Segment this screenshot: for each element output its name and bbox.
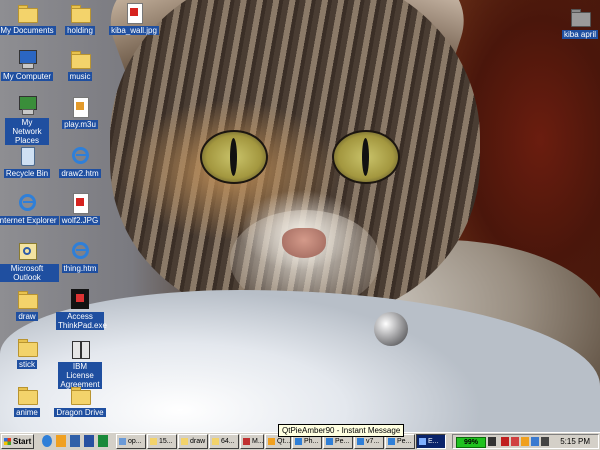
window-icon [243, 438, 250, 445]
icon-label: music [67, 72, 93, 81]
icon-label: play.m3u [62, 120, 98, 129]
desktop-icon-play-m3u[interactable]: play.m3u [48, 96, 112, 129]
icon-label: stick [17, 360, 37, 369]
tray-app-icon[interactable] [501, 437, 509, 446]
wallpaper-cat-eye-right [332, 130, 400, 184]
icon-label: anime [14, 408, 40, 417]
taskbar-button-e[interactable]: E... [416, 434, 446, 449]
quick-launch-word-icon[interactable] [84, 435, 94, 447]
outlook-icon [16, 240, 38, 262]
desktop-icon-draw2-htm[interactable]: draw2.htm [48, 145, 112, 178]
icon-label: Access ThinkPad.exe [56, 312, 107, 330]
taskbar-button-label: Pe... [335, 438, 350, 445]
html-file-icon [69, 240, 91, 262]
browser-icon [388, 438, 395, 445]
quick-launch-desktop-icon[interactable] [98, 435, 108, 447]
folder-icon [181, 438, 188, 445]
icon-label: kiba_wall.jpg [109, 26, 159, 35]
folder-icon [16, 288, 38, 310]
computer-icon [16, 48, 38, 70]
desktop-icon-access-thinkpad[interactable]: Access ThinkPad.exe [48, 288, 112, 330]
browser-icon [357, 438, 364, 445]
desktop-icon-ibm-license[interactable]: IBM License Agreement [48, 338, 112, 389]
wallpaper-cat-nose [282, 228, 326, 258]
taskbar-button-label: Qt... [277, 438, 291, 445]
system-clock[interactable]: 5:15 PM [560, 436, 590, 447]
taskbar-button-label: 64... [221, 438, 235, 445]
window-icon [419, 438, 426, 445]
network-icon [16, 94, 38, 116]
folder-icon [16, 384, 38, 406]
window-icon [119, 438, 126, 445]
taskbar-button-draw[interactable]: draw [178, 434, 208, 449]
tray-app-icon[interactable] [511, 437, 519, 446]
taskbar-button-15[interactable]: 15... [147, 434, 177, 449]
taskbar-button-label: 15... [159, 438, 173, 445]
icon-label: kiba april [561, 30, 598, 39]
taskbar-button-m[interactable]: M... [240, 434, 264, 449]
internet-explorer-icon [16, 192, 38, 214]
folder-icon [69, 384, 91, 406]
folder-icon [569, 6, 591, 28]
network-tray-icon[interactable] [531, 437, 539, 446]
taskbar-button-label: M... [252, 438, 264, 445]
desktop-icon-music[interactable]: music [48, 48, 112, 81]
power-plug-icon[interactable] [488, 437, 496, 446]
desktop-icon-kiba-wall[interactable]: kiba_wall.jpg [102, 2, 166, 35]
image-file-icon [123, 2, 145, 24]
taskbar-button-64[interactable]: 64... [209, 434, 239, 449]
messenger-icon [268, 438, 275, 445]
thinkpad-app-icon [69, 288, 91, 310]
taskbar-button-op[interactable]: op... [116, 434, 146, 449]
aim-tray-icon[interactable] [521, 437, 529, 446]
start-button[interactable]: Start [1, 434, 34, 449]
desktop-icon-thing-htm[interactable]: thing.htm [48, 240, 112, 273]
icon-label: draw [16, 312, 38, 321]
start-label: Start [13, 437, 32, 446]
taskbar-tooltip: QtPieAmber90 - Instant Message [278, 424, 405, 437]
taskbar-button-label: v7... [366, 438, 380, 445]
folder-icon [69, 48, 91, 70]
icon-label: wolf2.JPG [59, 216, 101, 225]
icon-label: holding [65, 26, 95, 35]
folder-icon [69, 2, 91, 24]
wallpaper-cat-eye-left [200, 130, 268, 184]
taskbar-button-label: Ph... [304, 438, 319, 445]
wallpaper-cat-bell [374, 312, 408, 346]
quick-launch-outlook-icon[interactable] [70, 435, 80, 447]
folder-icon [150, 438, 157, 445]
taskbar-button-label: draw [190, 438, 206, 445]
image-file-icon [69, 192, 91, 214]
desktop-icon-kiba-april[interactable]: kiba april [548, 6, 600, 39]
taskbar-button-label: Pe... [397, 438, 412, 445]
windows-logo-icon [4, 438, 11, 445]
desktop-icon-dragon-drive[interactable]: Dragon Drive [48, 384, 112, 417]
icon-label: My Computer [0, 72, 53, 81]
icon-label: thing.htm [61, 264, 99, 273]
taskbar-button-label: op... [128, 438, 142, 445]
desktop-icon-wolf2-jpg[interactable]: wolf2.JPG [48, 192, 112, 225]
recycle-bin-icon [16, 145, 38, 167]
quick-launch-ie-icon[interactable] [42, 435, 52, 447]
book-icon [69, 338, 91, 360]
system-tray: 99% 5:15 PM [452, 434, 599, 449]
browser-icon [326, 438, 333, 445]
folder-icon [16, 336, 38, 358]
folder-icon [212, 438, 219, 445]
folder-icon [16, 2, 38, 24]
icon-label: Recycle Bin [3, 169, 51, 178]
battery-indicator[interactable]: 99% [456, 437, 486, 448]
browser-icon [295, 438, 302, 445]
icon-label: Dragon Drive [54, 408, 106, 417]
playlist-file-icon [69, 96, 91, 118]
html-file-icon [69, 145, 91, 167]
icon-label: My Network Places [5, 118, 49, 145]
quick-launch-aim-icon[interactable] [56, 435, 66, 447]
taskbar-button-label: E... [428, 438, 439, 445]
icon-label: draw2.htm [59, 169, 101, 178]
volume-icon[interactable] [541, 437, 549, 446]
